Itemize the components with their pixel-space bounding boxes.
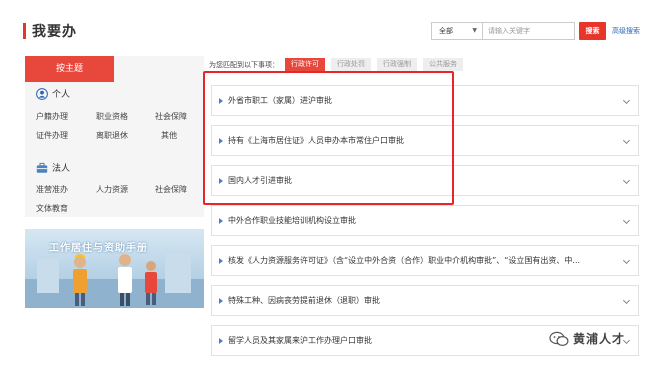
personal-heading-label: 个人	[52, 90, 71, 100]
link-culture-education[interactable]: 文体教育	[36, 203, 68, 214]
link-human-resources[interactable]: 人力资源	[96, 184, 128, 195]
chip-public-service[interactable]: 公共服务	[423, 58, 463, 71]
chevron-down-icon: ▼	[472, 27, 477, 34]
link-business-permit[interactable]: 准营准办	[36, 184, 68, 195]
scope-select[interactable]: 全部 ▼	[431, 22, 483, 40]
personal-heading: 个人	[36, 87, 70, 100]
watermark-text: 黄浦人才	[573, 332, 626, 346]
chevron-down-icon[interactable]	[622, 296, 631, 305]
expand-triangle-icon	[219, 337, 223, 344]
chevron-down-icon[interactable]	[622, 216, 631, 225]
legal-heading: 法人	[36, 161, 70, 174]
wechat-icon	[549, 331, 569, 346]
list-item[interactable]: 中外合作职业技能培训机构设立审批	[211, 205, 639, 236]
filter-row: 为您匹配到以下事项： 行政许可 行政处罚 行政强制 公共服务	[209, 57, 469, 72]
filter-label: 为您匹配到以下事项：	[209, 60, 279, 69]
list-item-label: 留学人员及其家属来沪工作办理户口审批	[228, 336, 372, 345]
link-legal-social-security[interactable]: 社会保障	[155, 184, 187, 195]
chip-administrative-penalty[interactable]: 行政处罚	[331, 58, 371, 71]
list-item[interactable]: 特殊工种、因病丧劳提前退休（退职）审批	[211, 285, 639, 316]
chip-administrative-license[interactable]: 行政许可	[285, 58, 325, 71]
link-qualification[interactable]: 职业资格	[96, 111, 128, 122]
person-icon	[36, 87, 48, 100]
link-certificates[interactable]: 证件办理	[36, 130, 68, 141]
expand-triangle-icon	[219, 257, 223, 264]
highlight-box	[203, 71, 454, 205]
expand-triangle-icon	[219, 217, 223, 224]
chevron-down-icon[interactable]	[622, 256, 631, 265]
page-title: 我要办	[32, 24, 77, 40]
link-retirement[interactable]: 离职退休	[96, 130, 128, 141]
list-item-label: 核发《人力资源服务许可证》（含“设立中外合资（合作）职业中介机构审批”、“设立国…	[228, 256, 581, 265]
page-header: 我要办	[23, 20, 77, 42]
link-hukou[interactable]: 户籍办理	[36, 111, 68, 122]
chevron-down-icon[interactable]	[622, 136, 631, 145]
legal-heading-label: 法人	[52, 164, 71, 174]
link-other[interactable]: 其他	[161, 130, 177, 141]
list-item[interactable]: 核发《人力资源服务许可证》（含“设立中外合资（合作）职业中介机构审批”、“设立国…	[211, 245, 639, 276]
watermark: 黄浦人才	[549, 330, 625, 347]
search-area: 全部 ▼ 请输入关键字 搜索 高级搜索	[431, 22, 640, 40]
chip-administrative-enforcement[interactable]: 行政强制	[377, 58, 417, 71]
scope-select-value: 全部	[439, 27, 453, 35]
keyword-input[interactable]: 请输入关键字	[483, 22, 575, 40]
tab-by-theme[interactable]: 按主题	[25, 56, 114, 82]
list-item-label: 中外合作职业技能培训机构设立审批	[228, 216, 356, 225]
expand-triangle-icon	[219, 297, 223, 304]
briefcase-icon	[36, 162, 48, 173]
link-social-security[interactable]: 社会保障	[155, 111, 187, 122]
guide-banner[interactable]: 工作居住与资助手册	[25, 229, 204, 308]
list-item-label: 特殊工种、因病丧劳提前退休（退职）审批	[228, 296, 380, 305]
chevron-down-icon[interactable]	[622, 176, 631, 185]
title-accent-bar	[23, 23, 26, 39]
banner-title: 工作居住与资助手册	[49, 243, 148, 254]
advanced-search-link[interactable]: 高级搜索	[612, 26, 640, 36]
chevron-down-icon[interactable]	[622, 96, 631, 105]
category-panel: 按主题 个人 户籍办理 职业资格 社会保障 证件办理 离职退休 其他 法人 准营…	[25, 56, 204, 217]
search-button[interactable]: 搜索	[579, 22, 606, 40]
